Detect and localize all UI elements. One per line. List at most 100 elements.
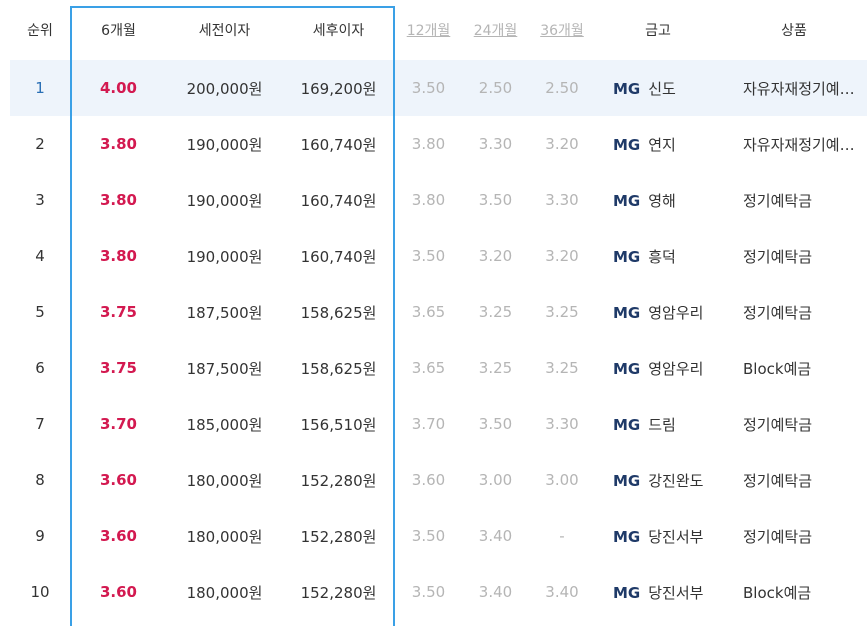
- mg-logo: MG: [613, 303, 641, 322]
- product-cell: 자유자재정기예…: [721, 60, 867, 116]
- rate-12-month-cell: 3.65: [411, 303, 446, 321]
- aftertax-interest-cell: 152,280원: [300, 471, 377, 490]
- pretax-interest-cell: 190,000원: [186, 191, 263, 210]
- rank-cell: 4: [35, 247, 45, 265]
- header-12-month-link[interactable]: 12개월: [395, 0, 462, 60]
- pretax-interest-cell: 187,500원: [186, 303, 263, 322]
- bank-cell: MG 당진서부: [595, 564, 721, 620]
- aftertax-interest-cell: 152,280원: [300, 527, 377, 546]
- aftertax-interest-cell: 158,625원: [300, 359, 377, 378]
- rank-cell: 7: [35, 415, 45, 433]
- header-rank: 순위: [27, 23, 53, 39]
- header-36-month-link[interactable]: 36개월: [529, 0, 595, 60]
- product-cell: 정기예탁금: [743, 191, 813, 210]
- bank-name: 흥덕: [648, 247, 676, 266]
- mg-logo: MG: [613, 471, 641, 490]
- product-cell: 정기예탁금: [743, 527, 813, 546]
- rate-24-month-cell: 3.50: [478, 191, 513, 209]
- header-aftertax-interest: 세후이자: [312, 23, 365, 39]
- rate-24-month-cell: 3.30: [478, 135, 513, 153]
- bank-name: 신도: [648, 79, 676, 98]
- header-6-month: 6개월: [101, 23, 136, 39]
- bank-name: 영암우리: [648, 359, 704, 378]
- table-row[interactable]: 5 3.75 187,500원 158,625원 3.65 3.25 3.25 MG 영암우리 정…: [10, 284, 867, 340]
- table-row[interactable]: 10 3.60 180,000원 152,280원 3.50 3.40 3.40 MG 당진서부…: [10, 564, 867, 620]
- mg-logo: MG: [613, 79, 641, 98]
- table-row[interactable]: 3 3.80 190,000원 160,740원 3.80 3.50 3.30 MG 영해 정기예…: [10, 172, 867, 228]
- rate-6-month-cell: 3.70: [99, 415, 137, 433]
- rate-12-month-cell: 3.50: [395, 60, 462, 116]
- rate-12-month-cell: 3.65: [411, 359, 446, 377]
- table-row[interactable]: 1 4.00 200,000원 169,200원 3.50 2.50 2.50 MG 신도 자유자…: [10, 60, 867, 116]
- bank-cell: MG 연지: [595, 116, 721, 172]
- header-bank: 금고: [645, 23, 671, 39]
- product-cell: 정기예탁금: [743, 471, 813, 490]
- rank-cell: 1: [10, 60, 70, 116]
- table-row[interactable]: 6 3.75 187,500원 158,625원 3.65 3.25 3.25 MG 영암우리 B…: [10, 340, 867, 396]
- rate-36-month-cell: 3.25: [545, 303, 579, 321]
- rate-24-month-cell: 3.50: [478, 415, 513, 433]
- table-row[interactable]: 9 3.60 180,000원 152,280원 3.50 3.40 - MG 당진서부 정기예탁…: [10, 508, 867, 564]
- pretax-interest-cell: 200,000원: [167, 60, 282, 116]
- mg-logo: MG: [613, 415, 641, 434]
- rate-24-month-cell: 2.50: [462, 60, 529, 116]
- bank-cell: MG 드림: [595, 396, 721, 452]
- aftertax-interest-cell: 152,280원: [300, 583, 377, 602]
- bank-cell: MG 영해: [595, 172, 721, 228]
- header-product: 상품: [781, 23, 807, 39]
- product-cell: Block예금: [743, 583, 812, 602]
- table-row[interactable]: 4 3.80 190,000원 160,740원 3.50 3.20 3.20 MG 흥덕 정기예…: [10, 228, 867, 284]
- rate-36-month-cell: 3.25: [545, 359, 579, 377]
- rate-36-month-cell: 3.00: [545, 471, 579, 489]
- rate-12-month-cell: 3.50: [411, 247, 446, 265]
- pretax-interest-cell: 180,000원: [186, 527, 263, 546]
- table-row[interactable]: 7 3.70 185,000원 156,510원 3.70 3.50 3.30 MG 드림 정기예…: [10, 396, 867, 452]
- rate-12-month-cell: 3.70: [411, 415, 446, 433]
- bank-name: 드림: [648, 415, 676, 434]
- header-24-month-link[interactable]: 24개월: [462, 0, 529, 60]
- rate-24-month-cell: 3.40: [478, 583, 513, 601]
- bank-cell: MG 신도: [595, 60, 721, 116]
- rate-36-month-cell: 2.50: [529, 60, 595, 116]
- table-body: 1 4.00 200,000원 169,200원 3.50 2.50 2.50 MG 신도 자유자…: [10, 60, 867, 620]
- rank-cell: 5: [35, 303, 45, 321]
- rate-24-month-cell: 3.00: [478, 471, 513, 489]
- bank-cell: MG 영암우리: [595, 340, 721, 396]
- pretax-interest-cell: 180,000원: [186, 471, 263, 490]
- rank-cell: 8: [35, 471, 45, 489]
- rate-12-month-cell: 3.50: [411, 583, 446, 601]
- aftertax-interest-cell: 160,740원: [300, 135, 377, 154]
- rate-36-month-cell: 3.40: [545, 583, 579, 601]
- bank-cell: MG 당진서부: [595, 508, 721, 564]
- table-row[interactable]: 2 3.80 190,000원 160,740원 3.80 3.30 3.20 MG 연지 자유자…: [10, 116, 867, 172]
- product-cell: 자유자재정기예…: [743, 135, 855, 154]
- table-row[interactable]: 8 3.60 180,000원 152,280원 3.60 3.00 3.00 MG 강진완도 정…: [10, 452, 867, 508]
- product-cell: Block예금: [743, 359, 812, 378]
- rank-cell: 6: [35, 359, 45, 377]
- mg-logo: MG: [613, 359, 641, 378]
- rate-12-month-cell: 3.50: [411, 527, 446, 545]
- mg-logo: MG: [613, 583, 641, 602]
- bank-name: 영암우리: [648, 303, 704, 322]
- rate-36-month-cell: 3.20: [545, 135, 579, 153]
- rate-6-month-cell: 3.80: [99, 191, 137, 209]
- table-header-row: 순위 6개월 세전이자 세후이자 12개월 24개월 36개월 금고 상품: [10, 0, 867, 60]
- product-cell: 정기예탁금: [743, 247, 813, 266]
- rate-6-month-cell: 4.00: [70, 60, 167, 116]
- product-cell: 정기예탁금: [743, 303, 813, 322]
- bank-name: 연지: [648, 135, 676, 154]
- bank-cell: MG 강진완도: [595, 452, 721, 508]
- pretax-interest-cell: 185,000원: [186, 415, 263, 434]
- aftertax-interest-cell: 160,740원: [300, 191, 377, 210]
- rate-12-month-cell: 3.80: [411, 135, 446, 153]
- rate-36-month-cell: 3.30: [545, 415, 579, 433]
- rate-36-month-cell: -: [559, 527, 565, 545]
- bank-name: 당진서부: [648, 583, 704, 602]
- rank-cell: 2: [35, 135, 45, 153]
- rate-6-month-cell: 3.60: [99, 527, 137, 545]
- mg-logo: MG: [613, 135, 641, 154]
- rate-6-month-cell: 3.60: [99, 471, 137, 489]
- rate-ranking-table: 순위 6개월 세전이자 세후이자 12개월 24개월 36개월 금고 상품 14…: [10, 0, 867, 620]
- aftertax-interest-cell: 169,200원: [282, 60, 395, 116]
- bank-name: 강진완도: [648, 471, 704, 490]
